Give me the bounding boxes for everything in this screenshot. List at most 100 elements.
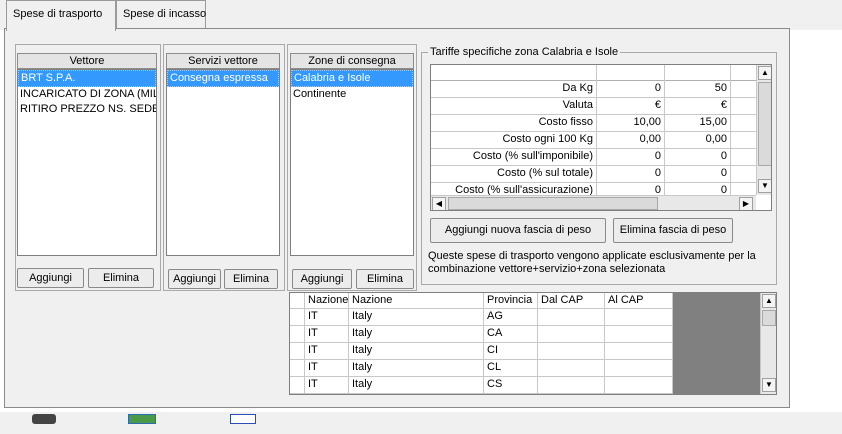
vettore-list[interactable]: BRT S.P.A. INCARICATO DI ZONA (MIL RITIR… xyxy=(17,69,157,256)
servizi-list[interactable]: Consegna espressa xyxy=(166,69,280,256)
column-header[interactable]: Nazione xyxy=(349,293,484,309)
bottom-toolbar xyxy=(0,412,842,434)
row-label: Valuta xyxy=(431,98,597,114)
cell-cap-to[interactable] xyxy=(605,377,673,393)
table-row: Costo (% sull'imponibile) 0 0 xyxy=(431,149,756,166)
list-item[interactable]: Continente xyxy=(291,87,413,102)
tariffe-vscrollbar[interactable]: ▲ ▼ xyxy=(756,65,771,195)
remove-weight-band-button[interactable]: Elimina fascia di peso xyxy=(613,218,733,243)
scroll-down-icon[interactable]: ▼ xyxy=(758,179,771,193)
scroll-up-icon[interactable]: ▲ xyxy=(762,294,776,308)
note-line: combinazione vettore+servizio+zona selez… xyxy=(428,263,666,275)
scroll-up-icon[interactable]: ▲ xyxy=(758,66,771,80)
grid-empty-area xyxy=(673,293,760,394)
cell-cap-from[interactable] xyxy=(538,343,605,359)
list-item[interactable]: BRT S.P.A. xyxy=(18,70,156,87)
tariffe-grid-header xyxy=(431,65,756,81)
cell-province[interactable]: AG xyxy=(484,309,538,325)
servizi-remove-button[interactable]: Elimina xyxy=(224,269,278,289)
zone-remove-button[interactable]: Elimina xyxy=(356,269,414,289)
table-row[interactable]: IT Italy CS xyxy=(290,377,673,394)
list-item[interactable]: RITIRO PREZZO NS. SEDE xyxy=(18,102,156,117)
table-row[interactable]: IT Italy CA xyxy=(290,326,673,343)
tab-spese-trasporto[interactable]: Spese di trasporto xyxy=(6,0,116,31)
servizi-header: Servizi vettore xyxy=(166,53,280,69)
cell-code[interactable]: IT xyxy=(305,377,349,393)
scroll-thumb[interactable] xyxy=(762,310,776,326)
tariffe-hscrollbar[interactable]: ◀ ▶ xyxy=(431,195,756,210)
tab-spese-incasso[interactable]: Spese di incasso xyxy=(116,0,206,30)
cell-country[interactable]: Italy xyxy=(349,377,484,393)
cell-province[interactable]: CI xyxy=(484,343,538,359)
vettore-remove-button[interactable]: Elimina xyxy=(88,268,154,288)
cell-code[interactable]: IT xyxy=(305,326,349,342)
band-2-value[interactable]: 50 xyxy=(665,81,731,97)
calendar-icon[interactable] xyxy=(230,414,256,424)
table-row: Costo fisso 10,00 15,00 xyxy=(431,115,756,132)
row-label: Costo (% sul totale) xyxy=(431,166,597,182)
cell-country[interactable]: Italy xyxy=(349,309,484,325)
cell-code[interactable]: IT xyxy=(305,360,349,376)
tariffe-grid[interactable]: Da Kg 0 50 Valuta € € Costo fisso 10,00 … xyxy=(430,64,772,211)
scroll-thumb[interactable] xyxy=(758,82,771,166)
column-header[interactable]: Al CAP xyxy=(605,293,673,309)
table-row[interactable]: IT Italy CI xyxy=(290,343,673,360)
band-1-value[interactable]: 0 xyxy=(597,166,665,182)
band-2-value[interactable]: 15,00 xyxy=(665,115,731,131)
cell-country[interactable]: Italy xyxy=(349,360,484,376)
cell-province[interactable]: CL xyxy=(484,360,538,376)
cell-code[interactable]: IT xyxy=(305,343,349,359)
scroll-down-icon[interactable]: ▼ xyxy=(762,378,776,392)
chart-icon[interactable] xyxy=(128,414,156,424)
cell-country[interactable]: Italy xyxy=(349,343,484,359)
cell-province[interactable]: CA xyxy=(484,326,538,342)
cell-cap-from[interactable] xyxy=(538,360,605,376)
add-weight-band-button[interactable]: Aggiungi nuova fascia di peso xyxy=(430,218,606,243)
band-2-value[interactable]: 0 xyxy=(665,166,731,182)
cell-cap-from[interactable] xyxy=(538,377,605,393)
band-2-value[interactable]: 0,00 xyxy=(665,132,731,148)
band-1-value[interactable]: 10,00 xyxy=(597,115,665,131)
provinces-grid[interactable]: Nazione Nazione Provincia Dal CAP Al CAP… xyxy=(289,292,777,395)
column-header[interactable]: Provincia xyxy=(484,293,538,309)
cell-code[interactable]: IT xyxy=(305,309,349,325)
scroll-thumb[interactable] xyxy=(448,197,658,210)
column-header[interactable]: Dal CAP xyxy=(538,293,605,309)
provinces-header: Nazione Nazione Provincia Dal CAP Al CAP xyxy=(290,293,673,309)
cell-cap-to[interactable] xyxy=(605,326,673,342)
tab-label: Spese di trasporto xyxy=(13,8,103,20)
cell-cap-to[interactable] xyxy=(605,309,673,325)
scroll-left-icon[interactable]: ◀ xyxy=(432,197,446,210)
zone-add-button[interactable]: Aggiungi xyxy=(292,269,352,289)
list-item[interactable]: Consegna espressa xyxy=(167,70,279,87)
cell-country[interactable]: Italy xyxy=(349,326,484,342)
band-1-value[interactable]: 0 xyxy=(597,149,665,165)
band-2-value[interactable]: 0 xyxy=(665,149,731,165)
zone-list[interactable]: Calabria e Isole Continente xyxy=(290,69,414,256)
band-1-value[interactable]: € xyxy=(597,98,665,114)
row-label: Costo (% sull'imponibile) xyxy=(431,149,597,165)
cell-cap-to[interactable] xyxy=(605,360,673,376)
servizi-add-button[interactable]: Aggiungi xyxy=(168,269,221,289)
list-item[interactable]: INCARICATO DI ZONA (MIL xyxy=(18,87,156,102)
row-label: Costo fisso xyxy=(431,115,597,131)
column-header[interactable]: Nazione xyxy=(305,293,349,309)
list-item[interactable]: Calabria e Isole xyxy=(291,70,413,87)
band-2-value[interactable]: € xyxy=(665,98,731,114)
vettore-add-button[interactable]: Aggiungi xyxy=(17,268,84,288)
tab-label: Spese di incasso xyxy=(123,8,207,20)
row-label: Costo ogni 100 Kg xyxy=(431,132,597,148)
table-row: Da Kg 0 50 xyxy=(431,81,756,98)
table-row[interactable]: IT Italy AG xyxy=(290,309,673,326)
scroll-right-icon[interactable]: ▶ xyxy=(739,197,753,210)
band-1-value[interactable]: 0,00 xyxy=(597,132,665,148)
cell-cap-from[interactable] xyxy=(538,326,605,342)
band-1-value[interactable]: 0 xyxy=(597,81,665,97)
table-row[interactable]: IT Italy CL xyxy=(290,360,673,377)
cell-cap-to[interactable] xyxy=(605,343,673,359)
cell-cap-from[interactable] xyxy=(538,309,605,325)
toolbar-icon[interactable] xyxy=(32,414,56,424)
provinces-vscrollbar[interactable]: ▲ ▼ xyxy=(760,293,776,394)
cell-province[interactable]: CS xyxy=(484,377,538,393)
row-label: Da Kg xyxy=(431,81,597,97)
